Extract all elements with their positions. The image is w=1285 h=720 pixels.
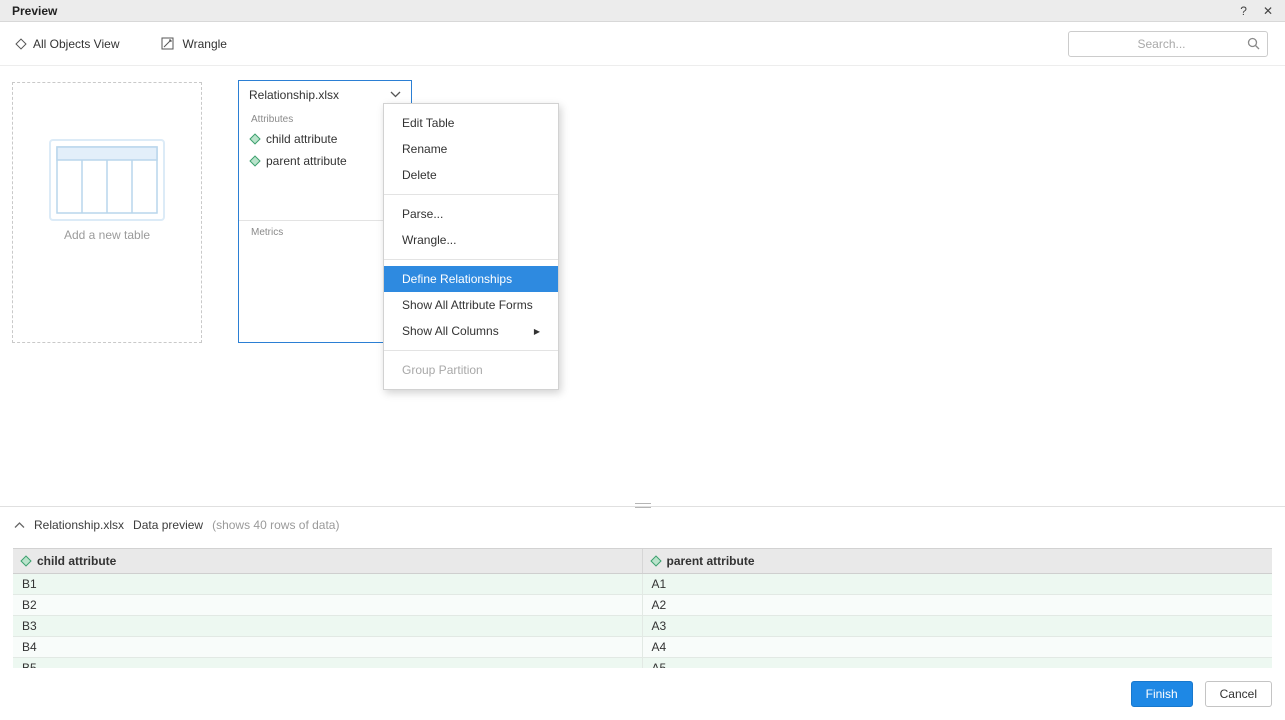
wrangle-icon [161, 37, 174, 50]
table-row[interactable]: B4 A4 [13, 637, 1272, 658]
attribute-icon [650, 555, 661, 566]
table-row[interactable]: B1 A1 [13, 574, 1272, 595]
attribute-icon [249, 155, 260, 166]
table-row[interactable]: B3 A3 [13, 616, 1272, 637]
close-icon[interactable]: ✕ [1263, 0, 1273, 22]
menu-group: Define Relationships Show All Attribute … [384, 260, 558, 351]
table-cell: B2 [13, 595, 643, 615]
cancel-button[interactable]: Cancel [1205, 681, 1272, 707]
diamond-outline-icon [15, 38, 26, 49]
toolbar: All Objects View Wrangle [0, 22, 1285, 66]
collapse-chevron-icon[interactable] [14, 522, 25, 529]
column-header-child-attribute[interactable]: child attribute [13, 549, 643, 573]
search-icon[interactable] [1247, 37, 1260, 50]
add-new-table-label: Add a new table [13, 228, 201, 242]
table-cell: B4 [13, 637, 643, 657]
attribute-label: parent attribute [266, 154, 347, 168]
column-header-parent-attribute[interactable]: parent attribute [643, 549, 1273, 573]
menu-group: Edit Table Rename Delete [384, 104, 558, 195]
data-preview-table: child attribute parent attribute B1 A1 B… [13, 548, 1272, 668]
attribute-icon [249, 133, 260, 144]
menu-item-parse[interactable]: Parse... [384, 201, 558, 227]
menu-group: Group Partition [384, 351, 558, 389]
menu-item-define-relationships[interactable]: Define Relationships [384, 266, 558, 292]
menu-item-label: Show All Columns [402, 324, 499, 338]
window-title: Preview [12, 4, 57, 18]
table-cell: B5 [13, 658, 643, 668]
table-header-row: child attribute parent attribute [13, 548, 1272, 574]
table-cell: A4 [643, 637, 1273, 657]
search-input[interactable] [1076, 36, 1247, 52]
table-cell: A1 [643, 574, 1273, 594]
chevron-down-icon [390, 91, 401, 98]
wrangle-button[interactable]: Wrangle [161, 37, 226, 51]
attribute-icon [20, 555, 31, 566]
title-bar: Preview ? ✕ [0, 0, 1285, 22]
titlebar-actions: ? ✕ [1240, 0, 1273, 22]
column-header-label: parent attribute [667, 554, 755, 568]
splitter-handle[interactable] [635, 503, 651, 508]
all-objects-view-button[interactable]: All Objects View [17, 37, 119, 51]
menu-item-delete[interactable]: Delete [384, 162, 558, 188]
table-cell: A3 [643, 616, 1273, 636]
menu-item-show-all-attribute-forms[interactable]: Show All Attribute Forms [384, 292, 558, 318]
table-row[interactable]: B5 A5 [13, 658, 1272, 668]
table-placeholder-icon [49, 139, 165, 221]
add-new-table-card[interactable]: Add a new table [12, 82, 202, 343]
menu-item-rename[interactable]: Rename [384, 136, 558, 162]
preview-table-name: Relationship.xlsx [34, 518, 124, 532]
menu-item-group-partition: Group Partition [384, 357, 558, 383]
canvas: Add a new table Relationship.xlsx Attrib… [0, 66, 1285, 506]
footer-bar: Finish Cancel [0, 668, 1285, 720]
table-row[interactable]: B2 A2 [13, 595, 1272, 616]
wrangle-label: Wrangle [182, 37, 226, 51]
menu-item-show-all-columns[interactable]: Show All Columns ▶ [384, 318, 558, 344]
table-cell: B3 [13, 616, 643, 636]
submenu-arrow-icon: ▶ [534, 327, 540, 336]
search-box [1068, 31, 1268, 57]
table-card-title: Relationship.xlsx [249, 88, 339, 102]
data-preview-header: Relationship.xlsx Data preview (shows 40… [0, 513, 1285, 537]
menu-item-wrangle[interactable]: Wrangle... [384, 227, 558, 253]
column-header-label: child attribute [37, 554, 116, 568]
table-context-menu: Edit Table Rename Delete Parse... Wrangl… [383, 103, 559, 390]
finish-button[interactable]: Finish [1131, 681, 1193, 707]
menu-item-edit-table[interactable]: Edit Table [384, 110, 558, 136]
preview-subtitle: Data preview [133, 518, 203, 532]
menu-group: Parse... Wrangle... [384, 195, 558, 260]
table-cell: A5 [643, 658, 1273, 668]
table-cell: B1 [13, 574, 643, 594]
help-icon[interactable]: ? [1240, 0, 1247, 22]
attribute-label: child attribute [266, 132, 337, 146]
preview-row-count-note: (shows 40 rows of data) [212, 518, 339, 532]
table-cell: A2 [643, 595, 1273, 615]
all-objects-view-label: All Objects View [33, 37, 119, 51]
